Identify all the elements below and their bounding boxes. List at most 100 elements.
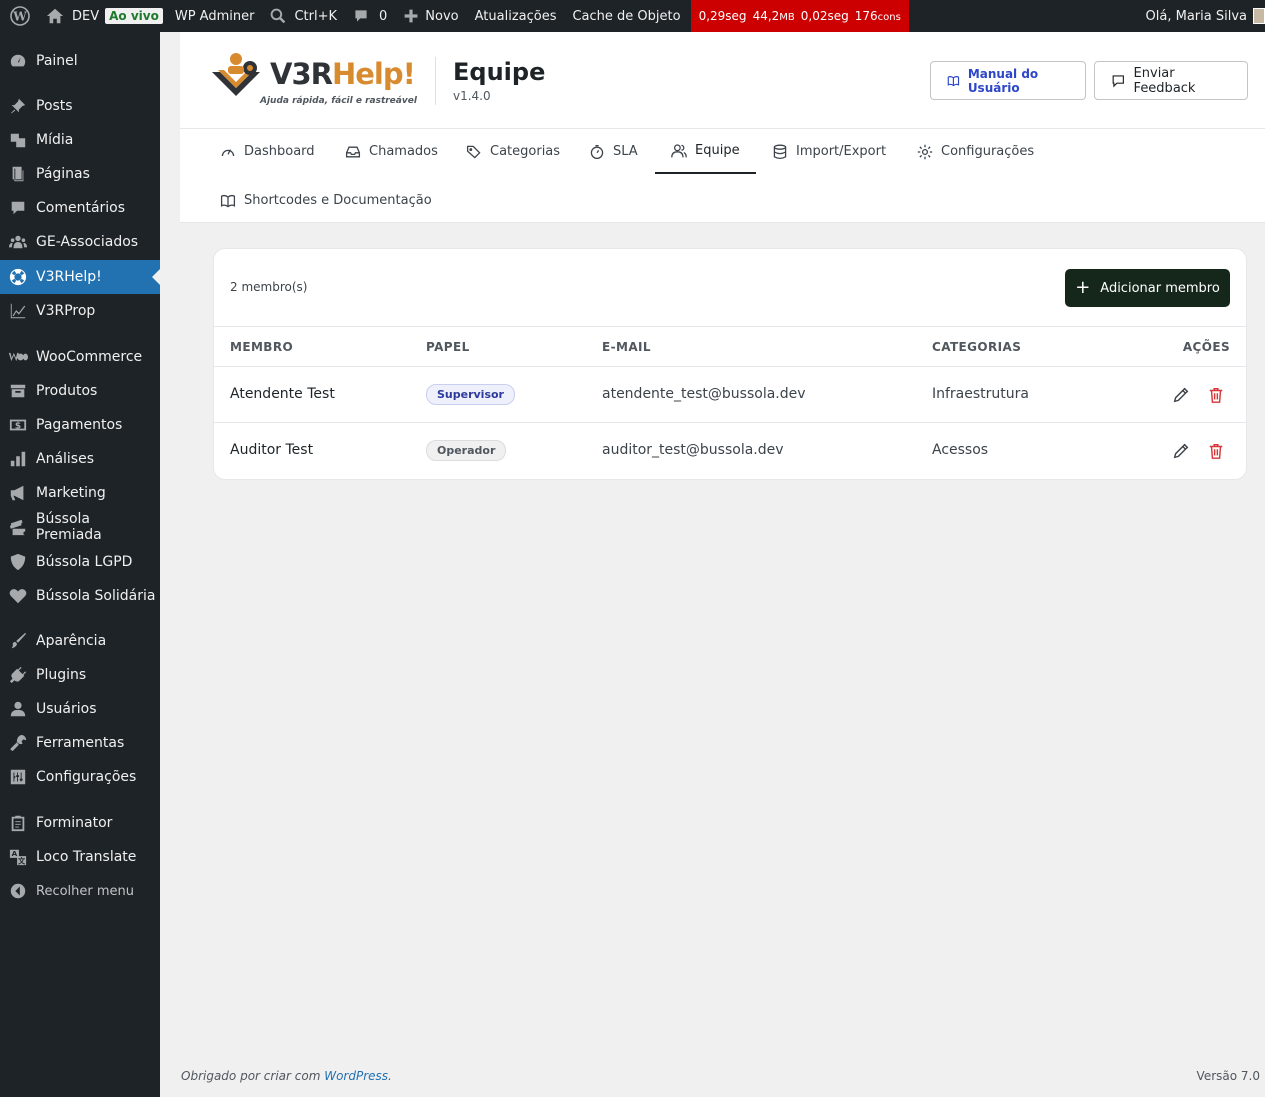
query-time: 0,02seg — [800, 9, 849, 23]
menu-label: Loco Translate — [36, 849, 137, 865]
wordpress-logo-icon[interactable]: W — [0, 0, 40, 32]
tab-import-export[interactable]: Import/Export — [756, 129, 902, 174]
admin-sidebar: Painel Posts Mídia Páginas Comentários G… — [0, 32, 160, 1097]
chart-line-icon — [10, 303, 26, 319]
plus-icon: + — [1075, 277, 1091, 298]
menu-item-midia[interactable]: Mídia — [0, 123, 160, 157]
menu-item-woocommerce[interactable]: WooCommerce — [0, 340, 160, 374]
tab-configuracoes[interactable]: Configurações — [901, 129, 1050, 174]
menu-item-usuarios[interactable]: Usuários — [0, 692, 160, 726]
new-content-menu[interactable]: Novo — [395, 0, 466, 32]
settings-icon — [10, 769, 26, 785]
menu-item-aparencia[interactable]: Aparência — [0, 624, 160, 658]
role-badge: Supervisor — [426, 384, 515, 405]
svg-text:W: W — [12, 10, 27, 24]
collapse-menu-button[interactable]: Recolher menu — [0, 874, 160, 908]
member-email: auditor_test@bussola.dev — [602, 442, 784, 458]
greeting: Olá, Maria Silva — [1145, 8, 1247, 24]
menu-item-analises[interactable]: Análises — [0, 442, 160, 476]
edit-pencil-icon[interactable] — [1172, 386, 1190, 404]
menu-item-plugins[interactable]: Plugins — [0, 658, 160, 692]
menu-item-v3rprop[interactable]: V3RProp — [0, 294, 160, 328]
delete-trash-icon[interactable] — [1207, 386, 1225, 404]
column-header-member: MEMBRO — [230, 340, 294, 354]
menu-item-posts[interactable]: Posts — [0, 89, 160, 123]
query-count: 176cons — [855, 9, 901, 23]
menu-item-marketing[interactable]: Marketing — [0, 476, 160, 510]
send-feedback-button[interactable]: Enviar Feedback — [1094, 61, 1248, 100]
memory-usage: 44,2MB — [753, 9, 795, 23]
plus-icon — [404, 9, 418, 23]
object-cache-link[interactable]: Cache de Objeto — [564, 0, 690, 32]
wordpress-link[interactable]: WordPress — [324, 1069, 388, 1083]
gauge-icon — [221, 148, 235, 156]
tab-categorias[interactable]: Categorias — [450, 129, 576, 174]
money-icon: $ — [9, 419, 27, 432]
my-account-menu[interactable]: Olá, Maria Silva — [1146, 8, 1265, 24]
tab-label: Configurações — [941, 144, 1035, 159]
menu-item-produtos[interactable]: Produtos — [0, 374, 160, 408]
groups-icon — [9, 235, 27, 249]
menu-item-pagamentos[interactable]: $ Pagamentos — [0, 408, 160, 442]
add-member-button[interactable]: + Adicionar membro — [1065, 269, 1230, 307]
menu-item-ge-associados[interactable]: GE-Associados — [0, 225, 160, 259]
tab-equipe[interactable]: Equipe — [655, 129, 756, 174]
footer-thanks-suffix: . — [388, 1069, 392, 1083]
delete-trash-icon[interactable] — [1207, 442, 1225, 460]
tab-label: SLA — [613, 144, 638, 159]
member-count: 2 membro(s) — [230, 280, 308, 294]
site-name-menu[interactable]: DEV Ao vivo — [40, 0, 169, 32]
team-card: 2 membro(s) + Adicionar membro MEMBRO PA… — [213, 248, 1247, 480]
menu-label: Bússola LGPD — [36, 554, 133, 570]
wp-adminer-link[interactable]: WP Adminer — [169, 0, 263, 32]
shield-icon — [10, 553, 26, 571]
inbox-icon — [345, 146, 361, 157]
heart-icon — [9, 589, 27, 604]
menu-label: Painel — [36, 53, 78, 69]
menu-item-v3rhelp[interactable]: V3RHelp! — [0, 260, 160, 294]
menu-label: Usuários — [36, 701, 97, 717]
tab-sla[interactable]: SLA — [573, 129, 654, 174]
tab-label: Equipe — [695, 143, 740, 158]
menu-item-bussola-lgpd[interactable]: Bússola LGPD — [0, 545, 160, 579]
v3rhelp-logo: V3RHelp! Ajuda rápida, fácil e rastreáve… — [210, 50, 422, 110]
updates-link[interactable]: Atualizações — [467, 0, 565, 32]
svg-text:A: A — [12, 849, 18, 858]
menu-label: Ferramentas — [36, 735, 125, 751]
translate-icon: A文 — [9, 849, 27, 865]
menu-item-bussola-premiada[interactable]: Bússola Premiada — [0, 510, 160, 544]
tab-label: Import/Export — [796, 144, 887, 159]
comments-link[interactable]: 0 — [345, 0, 395, 32]
menu-item-loco-translate[interactable]: A 文 Loco Translate — [0, 840, 160, 874]
command-search[interactable]: Ctrl+K — [262, 0, 345, 32]
edit-pencil-icon[interactable] — [1172, 442, 1190, 460]
menu-item-forminator[interactable]: Forminator — [0, 806, 160, 840]
query-monitor-stats[interactable]: 0,29seg 44,2MB 0,02seg 176cons — [690, 0, 909, 32]
tab-dashboard[interactable]: Dashboard — [204, 129, 331, 174]
book-open-icon — [220, 194, 236, 207]
memory-unit: MB — [779, 12, 795, 23]
collapse-label: Recolher menu — [36, 883, 135, 899]
footer-thanks-prefix: Obrigado por criar com — [181, 1069, 325, 1083]
member-categories: Infraestrutura — [932, 386, 1029, 402]
tickets-icon — [9, 519, 26, 536]
pages-icon — [12, 166, 24, 182]
menu-label: WooCommerce — [36, 349, 143, 365]
user-manual-button[interactable]: Manual do Usuário — [930, 61, 1086, 100]
menu-item-paginas[interactable]: Páginas — [0, 157, 160, 191]
page-time: 0,29seg — [698, 9, 747, 23]
menu-item-comentarios[interactable]: Comentários — [0, 191, 160, 225]
dashboard-icon — [10, 54, 26, 67]
menu-item-bussola-solidaria[interactable]: Bússola Solidária — [0, 579, 160, 613]
menu-item-ferramentas[interactable]: Ferramentas — [0, 726, 160, 760]
menu-item-painel[interactable]: Painel — [0, 44, 160, 78]
tab-label: Dashboard — [244, 144, 315, 159]
menu-label: Aparência — [36, 633, 107, 649]
menu-label: Pagamentos — [36, 417, 123, 433]
tab-shortcodes[interactable]: Shortcodes e Documentação — [204, 178, 448, 223]
tab-chamados[interactable]: Chamados — [329, 129, 454, 174]
menu-item-configuracoes[interactable]: Configurações — [0, 760, 160, 794]
menu-label: Configurações — [36, 769, 137, 785]
woo-icon — [8, 352, 28, 362]
plugin-icon — [9, 666, 27, 684]
